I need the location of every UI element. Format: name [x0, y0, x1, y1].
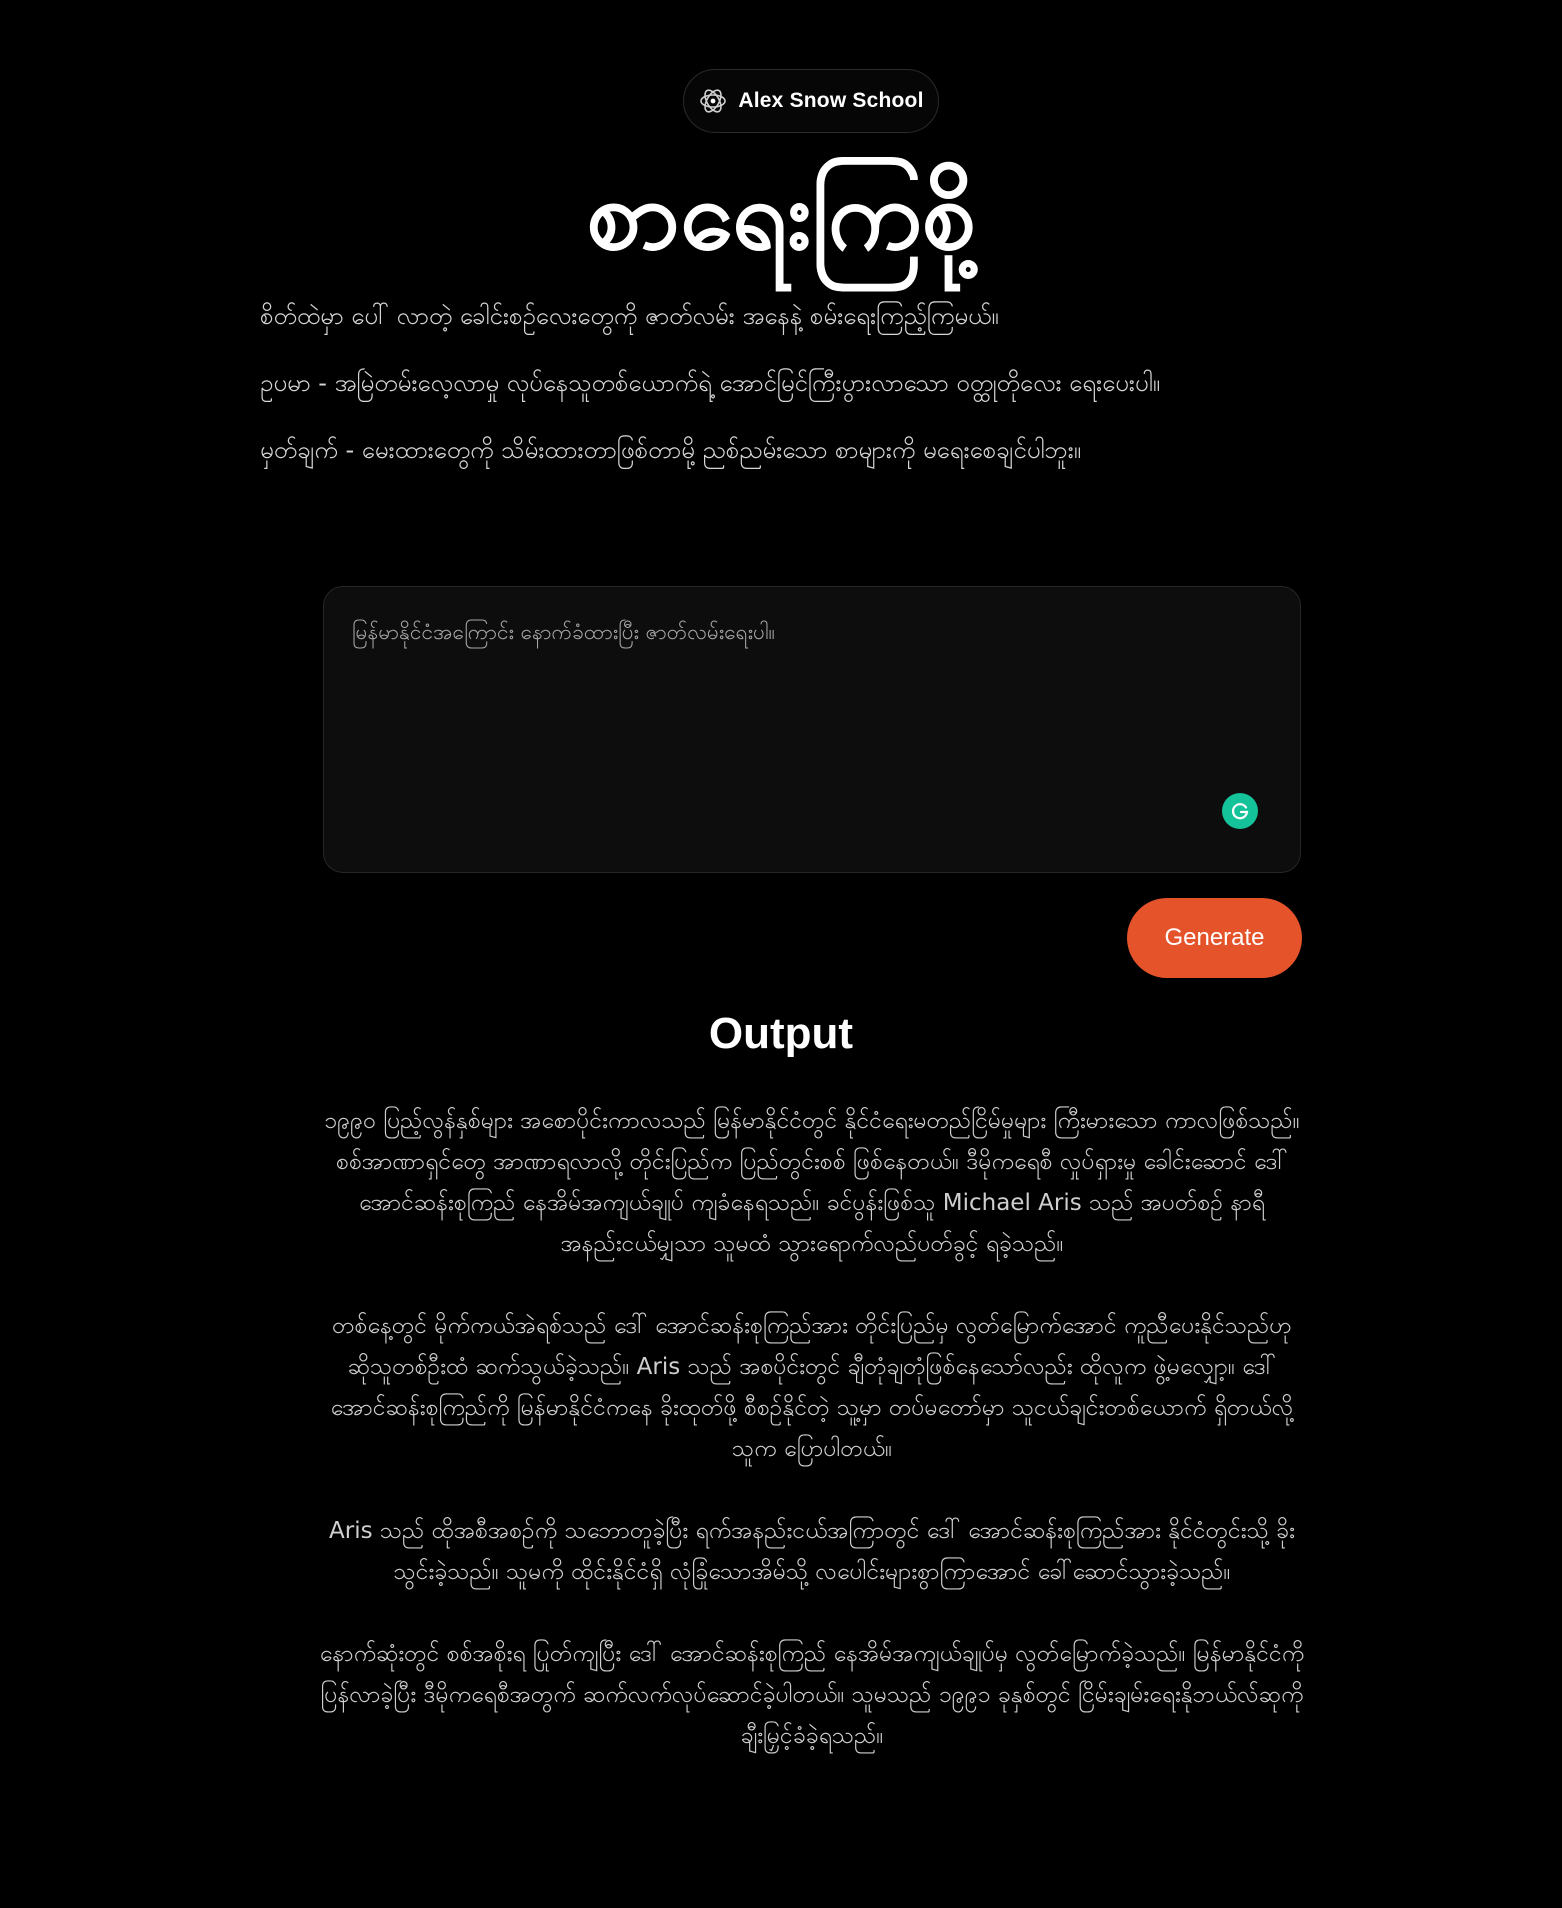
intro-description: စိတ်ထဲမှာ ပေါ် လာတဲ့ ခေါင်းစဉ်လေးတွေကို …	[260, 302, 999, 330]
intro-note: မှတ်ချက် - မေးထားတွေကို သိမ်းထားတာဖြစ်တာ…	[260, 436, 1082, 464]
brand-badge[interactable]: Alex Snow School	[683, 69, 939, 133]
generate-button[interactable]: Generate	[1127, 898, 1302, 978]
output-paragraph: Aris သည် ထိုအစီအစဉ်ကို သဘောတူခဲ့ပြီး ရက်…	[329, 1518, 1295, 1585]
brand-name: Alex Snow School	[738, 89, 924, 112]
logo-mark-icon	[698, 86, 728, 116]
output-paragraph: နောက်ဆုံးတွင် စစ်အစိုးရ ပြုတ်ကျပြီး ဒေါ်…	[319, 1641, 1305, 1749]
output-heading: Output	[708, 1009, 854, 1058]
output-text: ၁၉၉၀ ပြည့်လွန်နှစ်များ အစောပိုင်းကာလသည် …	[318, 1101, 1306, 1798]
output-paragraph: တစ်နေ့တွင် မိုက်ကယ်အဲရစ်သည် ဒေါ် အောင်ဆန…	[330, 1313, 1294, 1462]
intro-text: စိတ်ထဲမှာ ပေါ် လာတဲ့ ခေါင်းစဉ်လေးတွေကို …	[260, 294, 1410, 495]
prompt-box	[323, 586, 1301, 873]
intro-example: ဥပမာ - အမြဲတမ်းလေ့လာမှု လုပ်နေသူတစ်ယောက်…	[260, 369, 1160, 397]
output-paragraph: ၁၉၉၀ ပြည့်လွန်နှစ်များ အစောပိုင်းကာလသည် …	[324, 1108, 1300, 1257]
grammarly-icon[interactable]	[1222, 793, 1258, 829]
page-title: စာရေးကြစို့	[586, 159, 976, 271]
prompt-input[interactable]	[352, 615, 1252, 815]
